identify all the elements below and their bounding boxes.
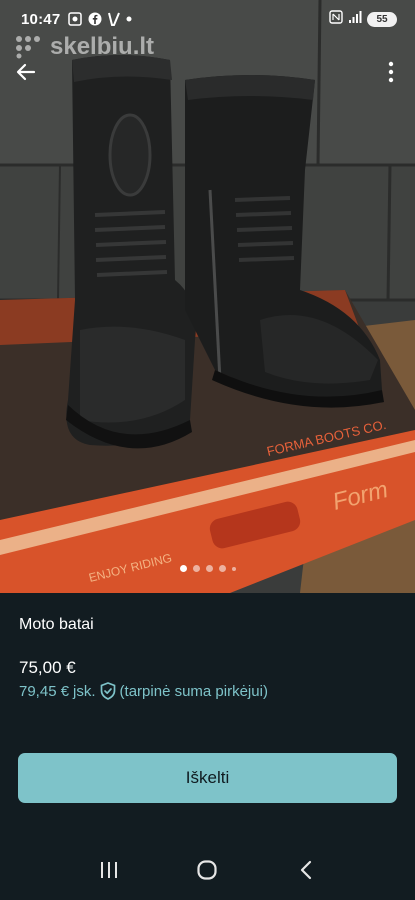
home-circle-icon <box>197 860 218 880</box>
listing-screen: FORMA BOOTS CO. Form ENJOY RIDING 10:47 … <box>0 0 415 900</box>
status-time: 10:47 <box>21 10 61 28</box>
listing-title: Moto batai <box>19 616 94 633</box>
bump-listing-button[interactable]: Iškelti <box>18 753 397 803</box>
signal-icon <box>348 10 362 28</box>
more-vertical-icon <box>388 61 394 83</box>
carousel-dot[interactable] <box>205 565 213 572</box>
arrow-left-icon <box>16 63 36 81</box>
protected-price: 79,45 € <box>19 682 70 700</box>
vinted-icon <box>108 12 121 26</box>
carousel-dot[interactable] <box>218 565 226 572</box>
carousel-dot[interactable] <box>192 565 200 572</box>
buyer-protection-price[interactable]: 79,45 € jsk. (tarpinė suma pirkėjui) <box>19 682 268 700</box>
system-back-button[interactable] <box>286 850 326 890</box>
recent-apps-button[interactable] <box>89 850 129 890</box>
listing-price: 75,00 € <box>19 658 76 677</box>
home-button[interactable] <box>187 850 227 890</box>
protected-price-suffix: jsk. <box>73 682 96 700</box>
carousel-dot[interactable] <box>231 566 236 571</box>
status-bar: 10:47 55 <box>0 0 415 38</box>
protected-price-note: (tarpinė suma pirkėjui) <box>119 682 268 700</box>
system-navigation-bar <box>0 840 415 900</box>
facebook-icon <box>88 12 102 26</box>
recent-apps-icon <box>101 862 118 878</box>
boots-photo-illustration: FORMA BOOTS CO. Form ENJOY RIDING <box>0 0 415 593</box>
listing-photo[interactable]: FORMA BOOTS CO. Form ENJOY RIDING 10:47 … <box>0 0 415 593</box>
notification-icons <box>68 12 132 26</box>
system-icons: 55 <box>329 10 397 28</box>
carousel-indicator <box>0 565 415 572</box>
carousel-dot-active[interactable] <box>179 565 187 572</box>
battery-icon: 55 <box>367 11 397 27</box>
back-button[interactable] <box>10 56 42 88</box>
screenshot-icon <box>68 12 83 26</box>
dot-icon <box>126 16 132 22</box>
more-options-button[interactable] <box>379 56 403 88</box>
chevron-left-icon <box>300 860 311 880</box>
shield-check-icon <box>100 682 116 700</box>
nfc-icon <box>329 10 343 28</box>
